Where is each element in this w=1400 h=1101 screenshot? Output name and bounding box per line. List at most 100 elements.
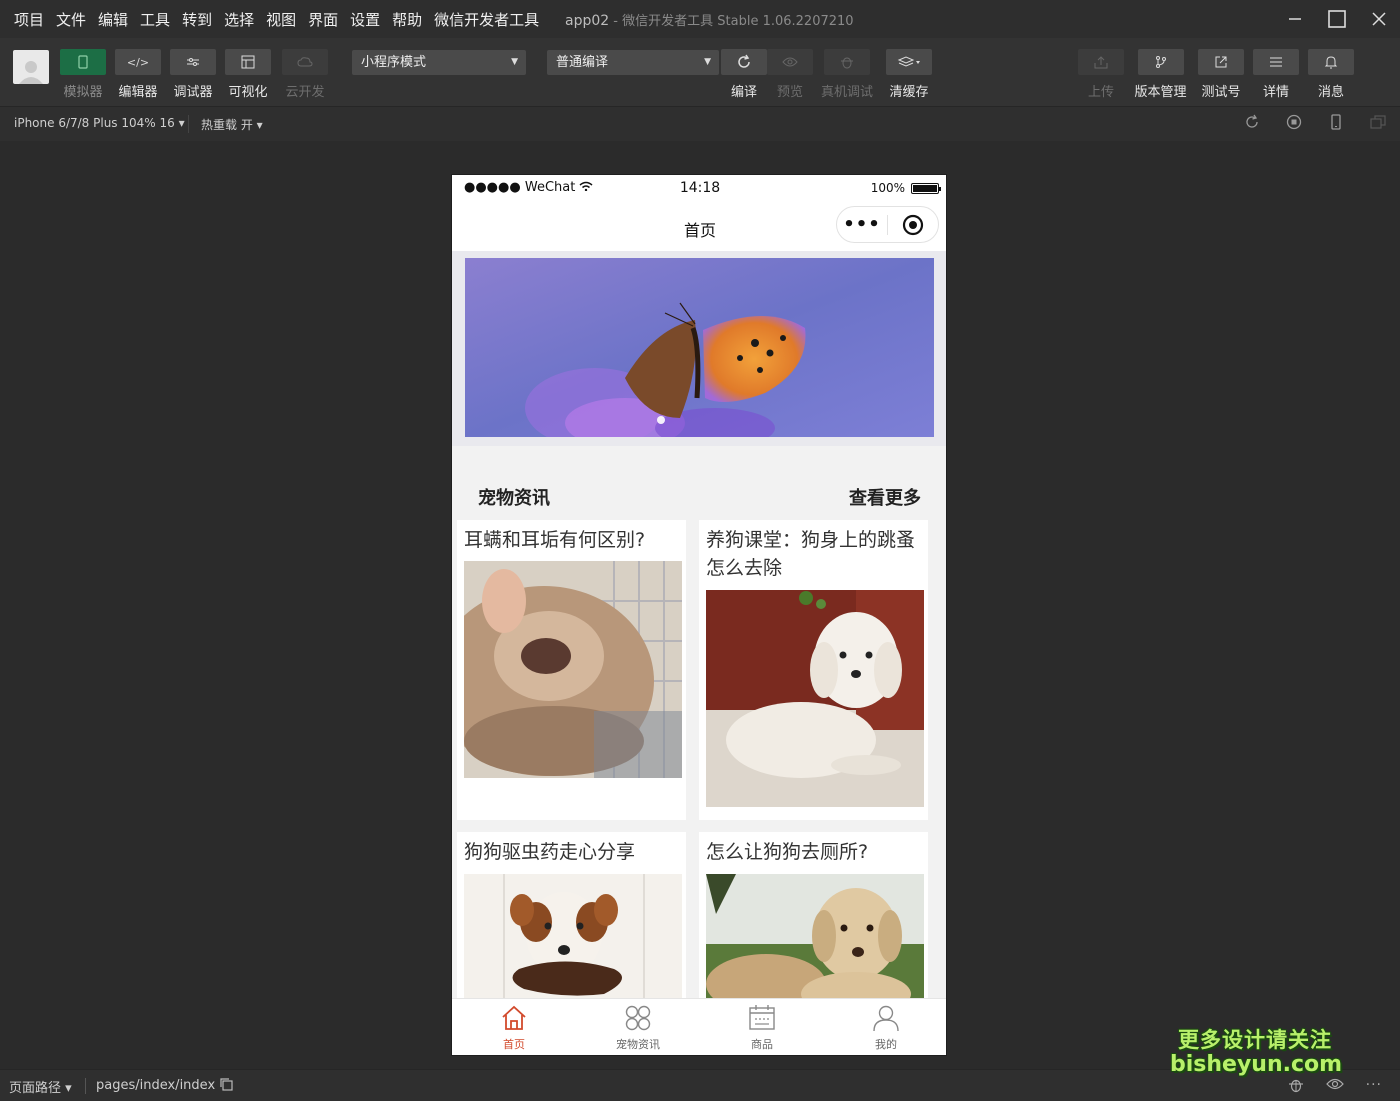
- article-title: 养狗课堂：狗身上的跳蚤怎么去除: [706, 529, 916, 579]
- device-select[interactable]: iPhone 6/7/8 Plus 104% 16 ▾: [14, 116, 185, 130]
- menu-goto[interactable]: 转到: [182, 9, 212, 30]
- menu-edit[interactable]: 编辑: [98, 9, 128, 30]
- code-icon: </>: [115, 49, 161, 75]
- bug-icon: [824, 49, 870, 75]
- tab-mine[interactable]: 我的: [824, 999, 946, 1055]
- rotate-icon[interactable]: [1244, 114, 1260, 134]
- debugger-button[interactable]: 调试器: [170, 49, 216, 100]
- battery-icon: [911, 182, 941, 194]
- layers-icon: [886, 49, 932, 75]
- cloud-icon: [282, 49, 328, 75]
- more-icon[interactable]: ···: [1366, 1077, 1382, 1097]
- phone-status-bar: ●●●●● WeChat 14:18 100%: [452, 175, 946, 203]
- more-dots-icon[interactable]: •••: [837, 214, 887, 235]
- test-account-button[interactable]: 测试号: [1198, 49, 1244, 100]
- cat-ear-photo: [464, 561, 682, 778]
- divider: [188, 115, 189, 133]
- debugger-label: 调试器: [173, 85, 213, 100]
- labrador-photo: [706, 874, 924, 1014]
- eye-icon[interactable]: [1325, 1077, 1344, 1097]
- tab-label: 宠物资讯: [616, 1038, 660, 1051]
- menu-devtools[interactable]: 微信开发者工具: [434, 9, 539, 30]
- compile-button[interactable]: 编译: [721, 49, 767, 100]
- battery-percent: 100%: [870, 181, 905, 195]
- menu-view[interactable]: 视图: [266, 9, 296, 30]
- bug-icon[interactable]: [1288, 1077, 1304, 1097]
- simulator-label: 模拟器: [63, 85, 103, 100]
- simulator-subbar: iPhone 6/7/8 Plus 104% 16 ▾ 热重载 开 ▾: [0, 106, 1400, 141]
- view-more-link[interactable]: 查看更多: [849, 484, 921, 510]
- article-card[interactable]: 怎么让狗狗去厕所?: [699, 832, 928, 1014]
- close-target-icon[interactable]: [888, 214, 938, 236]
- avatar[interactable]: [13, 50, 49, 84]
- minimize-icon[interactable]: [1274, 0, 1316, 38]
- upload-button[interactable]: 上传: [1078, 49, 1124, 100]
- details-button[interactable]: 详情: [1253, 49, 1299, 100]
- simulator-button[interactable]: 模拟器: [60, 49, 106, 100]
- section-header: 宠物资讯 查看更多: [452, 475, 946, 517]
- window-controls: [1274, 0, 1400, 38]
- battery-status: 100%: [870, 181, 941, 195]
- compile-label: 编译: [730, 85, 757, 100]
- watermark: 更多设计请关注 bisheyun.com: [1170, 1024, 1343, 1077]
- page-path-select[interactable]: 页面路径 ▾: [9, 1077, 72, 1096]
- tab-goods[interactable]: 商品: [700, 999, 824, 1055]
- device-icon[interactable]: [1328, 114, 1344, 134]
- tab-label: 商品: [751, 1038, 773, 1051]
- close-icon[interactable]: [1358, 0, 1400, 38]
- stop-record-icon[interactable]: [1286, 114, 1302, 134]
- watermark-line2: bisheyun.com: [1170, 1052, 1343, 1077]
- menu-interface[interactable]: 界面: [308, 9, 338, 30]
- messages-label: 消息: [1317, 85, 1344, 100]
- menu-settings[interactable]: 设置: [350, 9, 380, 30]
- version-button[interactable]: 版本管理: [1132, 49, 1189, 100]
- remote-debug-button[interactable]: 真机调试: [821, 49, 873, 100]
- banner-butterfly-image: [465, 258, 934, 437]
- simulator-controls: [1244, 114, 1386, 134]
- compile-select[interactable]: 普通编译 ▼: [547, 50, 719, 75]
- status-icons: ···: [1288, 1077, 1382, 1097]
- visual-button[interactable]: 可视化: [225, 49, 271, 100]
- menu-file[interactable]: 文件: [56, 9, 86, 30]
- article-card[interactable]: 耳螨和耳垢有何区别?: [457, 520, 686, 820]
- grid-icon: [625, 1005, 651, 1031]
- window-title: app02 - 微信开发者工具 Stable 1.06.2207210: [565, 10, 854, 29]
- menu-project[interactable]: 项目: [14, 9, 44, 30]
- compile-select-value: 普通编译: [556, 55, 609, 70]
- divider: [85, 1078, 86, 1094]
- mode-select[interactable]: 小程序模式 ▼: [352, 50, 526, 75]
- user-icon: [873, 1005, 899, 1032]
- eye-icon: [767, 49, 813, 75]
- article-card[interactable]: 养狗课堂：狗身上的跳蚤怎么去除: [699, 520, 928, 820]
- phone-simulator[interactable]: ●●●●● WeChat 14:18 100% 首页 ••• 宠物资讯 查看更多…: [451, 174, 947, 1056]
- cloud-button[interactable]: 云开发: [282, 49, 328, 100]
- messages-button[interactable]: 消息: [1308, 49, 1354, 100]
- tab-home[interactable]: 首页: [452, 999, 576, 1055]
- preview-button[interactable]: 预览: [767, 49, 813, 100]
- clear-cache-button[interactable]: 清缓存: [886, 49, 932, 100]
- refresh-icon: [721, 49, 767, 75]
- chevron-down-icon: ▼: [511, 57, 518, 67]
- chevron-down-icon: ▼: [704, 57, 711, 67]
- article-card[interactable]: 狗狗驱虫药走心分享: [457, 832, 686, 1014]
- visual-label: 可视化: [228, 85, 268, 100]
- app-name: app02: [565, 13, 610, 29]
- menu-help[interactable]: 帮助: [392, 9, 422, 30]
- banner-swiper[interactable]: [452, 251, 946, 446]
- copy-icon[interactable]: [219, 1077, 233, 1091]
- user-silhouette-icon: [19, 61, 43, 84]
- editor-button[interactable]: </> 编辑器: [115, 49, 161, 100]
- menu-select[interactable]: 选择: [224, 9, 254, 30]
- menu-tools[interactable]: 工具: [140, 9, 170, 30]
- tab-pet-news[interactable]: 宠物资讯: [576, 999, 700, 1055]
- mode-select-value: 小程序模式: [361, 55, 427, 70]
- window-title-text: - 微信开发者工具 Stable 1.06.2207210: [609, 14, 854, 29]
- detach-window-icon[interactable]: [1370, 114, 1386, 134]
- tab-label: 首页: [503, 1038, 525, 1051]
- editor-label: 编辑器: [118, 85, 158, 100]
- maximize-icon[interactable]: [1316, 0, 1358, 38]
- capsule-menu: •••: [836, 206, 939, 243]
- external-link-icon: [1198, 49, 1244, 75]
- hot-reload-toggle[interactable]: 热重载 开 ▾: [201, 116, 263, 133]
- tab-label: 我的: [875, 1038, 897, 1051]
